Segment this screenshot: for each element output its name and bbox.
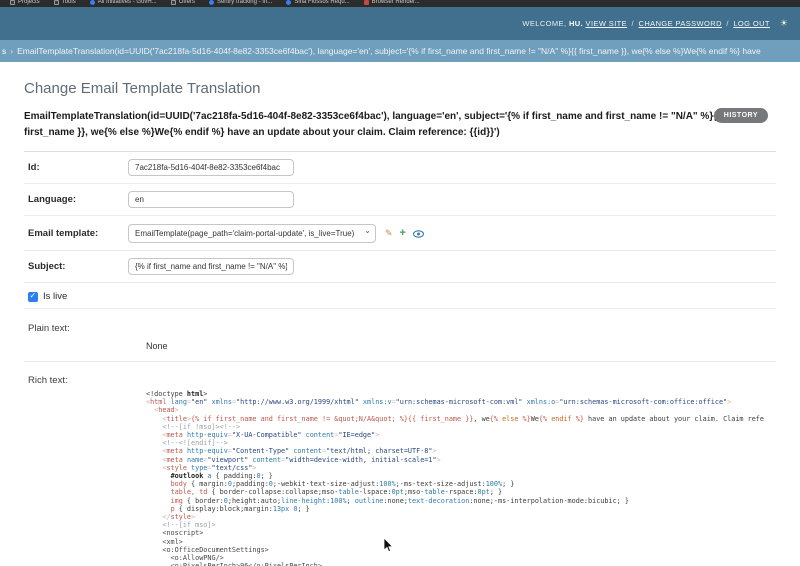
folder-icon (170, 0, 176, 5)
bookmark-item[interactable]: Sentry tracking - In... (208, 0, 273, 5)
blue-icon (89, 0, 95, 5)
breadcrumb-current: EmailTemplateTranslation(id=UUID('7ac218… (17, 46, 761, 56)
bookmark-label: Offers (178, 0, 195, 5)
bookmark-item[interactable]: Sina Flossos Requ... (286, 0, 350, 5)
bookmark-item[interactable]: Tools (53, 0, 76, 5)
bookmark-label: All Initiatives - GovH... (97, 0, 157, 5)
code-line: img { border:0;height:auto;line-height:1… (170, 496, 629, 505)
username: HU. (568, 19, 584, 28)
breadcrumb-parent-link[interactable]: s (2, 46, 6, 56)
main-content: Change Email Template Translation EmailT… (0, 80, 800, 566)
code-line: <meta http-equiv="X-UA-Compatible" conte… (162, 431, 380, 440)
header-link-change-password[interactable]: CHANGE PASSWORD (639, 19, 722, 28)
view-eye-icon[interactable] (412, 225, 425, 243)
code-line: <meta http-equiv="Content-Type" content=… (162, 447, 437, 456)
bookmark-item[interactable]: All Initiatives - GovH... (89, 0, 157, 5)
header-link-view-site[interactable]: VIEW SITE (586, 19, 628, 28)
browser-bookmarks-bar: Projects Tools All Initiatives - GovH... Of… (0, 0, 800, 7)
folder-icon (10, 0, 15, 5)
breadcrumb-separator: › (10, 46, 14, 56)
blue-icon (286, 0, 292, 5)
email-template-select[interactable]: EmailTemplate(page_path='claim-portal-up… (128, 224, 376, 243)
bookmark-item[interactable]: Browser Render... (363, 0, 420, 5)
breadcrumb: s › EmailTemplateTranslation(id=UUID('7a… (0, 40, 800, 62)
id-label: Id: (28, 162, 40, 173)
field-row-is-live: Is live (24, 283, 776, 309)
code-line: #outlook a { padding:0; } (170, 472, 273, 481)
blue-icon (208, 0, 214, 5)
code-line: <o:OfficeDocumentSettings> (146, 545, 269, 554)
history-button[interactable]: HISTORY (713, 108, 768, 123)
field-row-rich-text: Rich text: <!doctype html> <html lang="en… (24, 362, 776, 566)
code-line: <!--[if mso]> (162, 521, 216, 530)
bookmark-item[interactable]: Offers (170, 0, 195, 5)
code-line: <!--<![endif]--> (162, 439, 228, 448)
header-link-separator: / (723, 19, 732, 28)
red-icon (363, 0, 369, 5)
welcome-text: WELCOME, HU. VIEW SITE / CHANGE PASSWORD… (522, 19, 770, 28)
id-input[interactable] (128, 159, 294, 176)
code-line: <style type="text/css"> (162, 463, 257, 472)
code-line: body { margin:0;padding:0;-webkit-text-s… (170, 480, 515, 489)
field-row-language: Language: (24, 184, 776, 216)
plain-text-value: None (146, 341, 168, 351)
folder-icon (53, 0, 59, 5)
is-live-checkbox[interactable] (28, 291, 38, 302)
code-line: <!doctype html> (146, 390, 208, 398)
code-line: <noscript> (146, 529, 204, 538)
code-line: table, td { border-collapse:collapse;mso… (170, 488, 503, 497)
bookmark-item[interactable]: Projects (10, 0, 40, 5)
code-line: <meta name="viewport" content="width=dev… (162, 455, 441, 464)
subject-input[interactable] (128, 258, 294, 275)
change-form: Id: Language: Email template: EmailTempl… (24, 151, 776, 566)
code-line: <head> (154, 406, 179, 415)
add-plus-icon[interactable]: + (400, 227, 406, 238)
is-live-label: Is live (43, 291, 68, 302)
code-line: <title>{% if first_name and first_name !… (162, 414, 764, 423)
field-row-id: Id: (24, 152, 776, 184)
header-link-separator: / (629, 19, 637, 28)
bookmark-label: Browser Render... (371, 0, 420, 5)
field-row-plain-text: Plain text: None (24, 309, 776, 362)
bookmark-label: Sentry tracking - In... (216, 0, 273, 5)
bookmark-label: Sina Flossos Requ... (294, 0, 350, 5)
edit-pencil-icon[interactable]: ✎ (385, 228, 393, 239)
plain-text-label: Plain text: (28, 323, 70, 334)
header-link-log-out[interactable]: LOG OUT (733, 19, 770, 28)
theme-toggle-sun-icon[interactable]: ☀ (780, 19, 788, 28)
code-line: <o:AllowPNG/> (146, 554, 224, 563)
code-line: <!--[if !mso]><!--> (162, 422, 241, 431)
language-input[interactable] (128, 191, 294, 208)
language-label: Language: (28, 194, 77, 205)
admin-header: WELCOME, HU. VIEW SITE / CHANGE PASSWORD… (0, 7, 800, 40)
code-line: <html lang="en" xmlns="http://www.w3.org… (146, 398, 732, 407)
field-row-subject: Subject: (24, 251, 776, 283)
bookmark-label: Projects (18, 0, 40, 5)
bookmark-label: Tools (61, 0, 76, 5)
code-line: <o:PixelsPerInch>96</o:PixelsPerInch> (146, 562, 776, 566)
page-title: Change Email Template Translation (24, 80, 261, 97)
code-line: </style> (162, 513, 196, 522)
subject-label: Subject: (28, 261, 66, 272)
object-header: EmailTemplateTranslation(id=UUID('7ac218… (24, 108, 776, 141)
code-line: <xml> (146, 537, 183, 546)
field-row-email-template: Email template: EmailTemplate(page_path=… (24, 216, 776, 251)
email-template-label: Email template: (28, 227, 99, 239)
rich-text-code: <!doctype html> <html lang="en" xmlns="ht… (146, 390, 776, 566)
code-line: p { display:block;margin:13px 0; } (170, 504, 310, 513)
rich-text-label: Rich text: (28, 375, 68, 386)
object-title: EmailTemplateTranslation(id=UUID('7ac218… (24, 111, 722, 138)
